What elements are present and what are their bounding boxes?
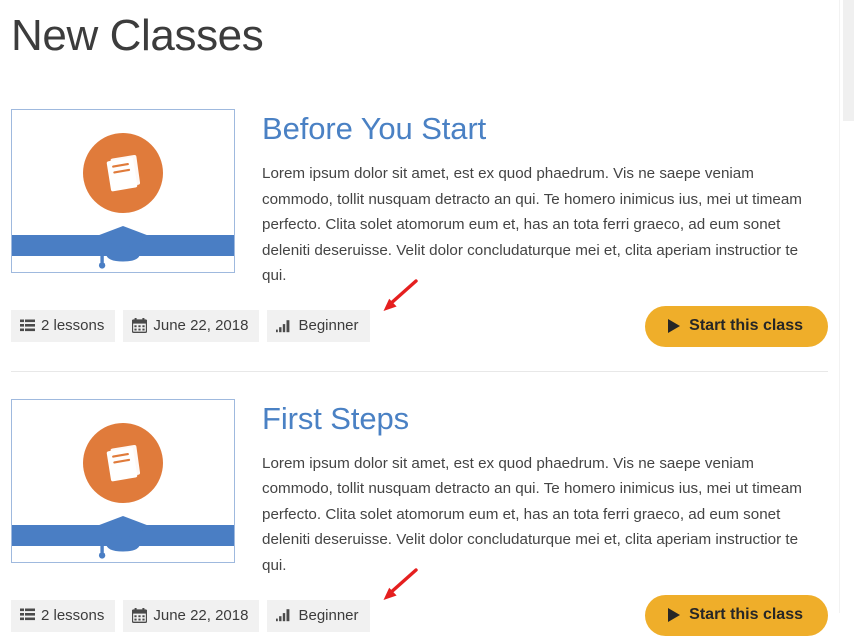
- badge-level-label: Beginner: [298, 608, 358, 623]
- class-text-column: Before You Start Lorem ipsum dolor sit a…: [235, 109, 828, 289]
- graduation-cap-icon: [92, 222, 154, 273]
- badge-level: Beginner: [267, 310, 369, 342]
- badge-level: Beginner: [267, 600, 369, 632]
- badge-date: June 22, 2018: [123, 600, 259, 632]
- class-text-column: First Steps Lorem ipsum dolor sit amet, …: [235, 399, 828, 579]
- class-meta-row: 2 lessons: [11, 595, 828, 636]
- badge-lessons: 2 lessons: [11, 310, 115, 342]
- class-thumbnail[interactable]: [11, 109, 235, 273]
- class-item-main: Before You Start Lorem ipsum dolor sit a…: [11, 109, 828, 289]
- class-list: Before You Start Lorem ipsum dolor sit a…: [11, 109, 828, 636]
- start-button-label: Start this class: [689, 317, 803, 335]
- calendar-icon: [132, 608, 147, 623]
- signal-bars-icon: [276, 319, 292, 333]
- class-item-main: First Steps Lorem ipsum dolor sit amet, …: [11, 399, 828, 579]
- class-title[interactable]: Before You Start: [262, 109, 828, 149]
- badge-lessons-label: 2 lessons: [41, 318, 104, 333]
- badge-date-label: June 22, 2018: [153, 318, 248, 333]
- class-title[interactable]: First Steps: [262, 399, 828, 439]
- vertical-scrollbar[interactable]: [839, 0, 857, 613]
- class-meta-row: 2 lessons: [11, 306, 828, 347]
- class-description: Lorem ipsum dolor sit amet, est ex quod …: [262, 451, 822, 579]
- page-content: New Classes: [0, 0, 840, 613]
- start-this-class-button[interactable]: Start this class: [645, 595, 828, 636]
- calendar-icon: [132, 318, 147, 333]
- class-description: Lorem ipsum dolor sit amet, est ex quod …: [262, 161, 822, 289]
- start-this-class-button[interactable]: Start this class: [645, 306, 828, 347]
- badge-date: June 22, 2018: [123, 310, 259, 342]
- book-icon: [99, 149, 147, 202]
- class-item: Before You Start Lorem ipsum dolor sit a…: [11, 109, 828, 347]
- scrollbar-thumb[interactable]: [843, 0, 854, 121]
- start-button-label: Start this class: [689, 606, 803, 624]
- badge-date-label: June 22, 2018: [153, 608, 248, 623]
- list-icon: [20, 319, 35, 333]
- page-title: New Classes: [11, 6, 828, 66]
- book-icon: [99, 439, 147, 492]
- class-divider: [11, 371, 828, 372]
- badge-lessons: 2 lessons: [11, 600, 115, 632]
- play-icon: [668, 319, 680, 333]
- signal-bars-icon: [276, 608, 292, 622]
- badge-level-label: Beginner: [298, 318, 358, 333]
- class-item: First Steps Lorem ipsum dolor sit amet, …: [11, 399, 828, 636]
- graduation-cap-icon: [92, 512, 154, 563]
- play-icon: [668, 608, 680, 622]
- badge-lessons-label: 2 lessons: [41, 608, 104, 623]
- class-thumbnail[interactable]: [11, 399, 235, 563]
- list-icon: [20, 608, 35, 622]
